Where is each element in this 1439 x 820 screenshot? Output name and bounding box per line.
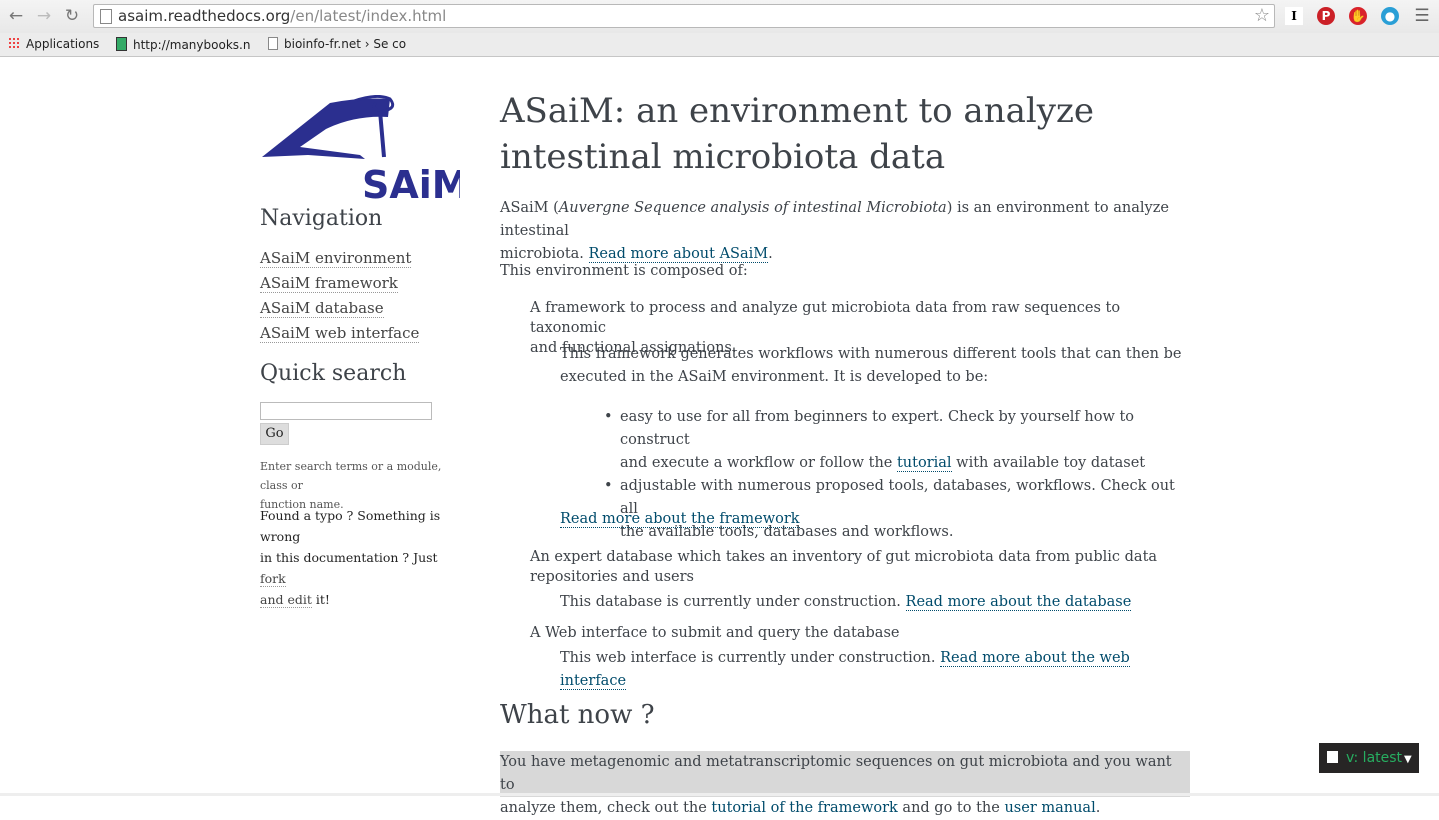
- highlighted-line: You have metagenomic and metatranscripto…: [500, 751, 1190, 797]
- navigation-heading: Navigation: [260, 206, 383, 231]
- nav-link[interactable]: ASaiM environment: [260, 249, 412, 268]
- back-icon[interactable]: ←: [6, 6, 26, 26]
- framework-definition: This framework generates workflows with …: [560, 346, 1182, 385]
- web-interface-term: A Web interface to submit and query the …: [530, 625, 900, 641]
- nav-link[interactable]: ASaiM web interface: [260, 324, 420, 343]
- extension-icon[interactable]: ●: [1381, 7, 1399, 25]
- quick-search-heading: Quick search: [260, 361, 407, 386]
- nav-item-web-interface[interactable]: ASaiM web interface: [260, 322, 420, 347]
- what-now-paragraph: You have metagenomic and metatranscripto…: [500, 751, 1190, 820]
- book-icon: [1327, 751, 1338, 763]
- pinterest-icon[interactable]: P: [1317, 7, 1335, 25]
- user-manual-link[interactable]: user manual: [1004, 800, 1095, 816]
- bookmark-bioinfo[interactable]: bioinfo-fr.net › Se co: [268, 37, 406, 51]
- list-item: easy to use for all from beginners to ex…: [604, 406, 1190, 475]
- star-icon[interactable]: ☆: [1254, 5, 1270, 26]
- bookmark-manybooks[interactable]: http://manybooks.n: [116, 37, 250, 52]
- intro-paragraph: ASaiM (Auvergne Sequence analysis of int…: [500, 200, 1169, 263]
- nav-item-framework[interactable]: ASaiM framework: [260, 272, 419, 297]
- typo-notice: Found a typo ? Something is wrong in thi…: [260, 508, 441, 608]
- book-icon: [116, 37, 127, 51]
- bookmark-applications[interactable]: Applications: [8, 37, 99, 51]
- composed-text: This environment is composed of:: [500, 263, 748, 279]
- nav-link[interactable]: ASaiM database: [260, 299, 384, 318]
- address-bar[interactable]: asaim.readthedocs.org/en/latest/index.ht…: [93, 4, 1275, 28]
- asaim-logo[interactable]: SAiM: [260, 95, 460, 203]
- caret-down-icon: ▼: [1404, 754, 1412, 765]
- version-badge[interactable]: v: latest ▼: [1319, 743, 1419, 773]
- instapaper-icon[interactable]: I: [1285, 7, 1303, 25]
- url-text: asaim.readthedocs.org/en/latest/index.ht…: [118, 7, 447, 25]
- tutorial-link[interactable]: tutorial: [896, 455, 952, 472]
- sidebar: SAiM Navigation ASaiM environment ASaiM …: [260, 95, 460, 608]
- database-term: An expert database which takes an invent…: [530, 549, 1158, 585]
- search-input[interactable]: [260, 402, 432, 420]
- navigation-list: ASaiM environment ASaiM framework ASaiM …: [260, 247, 420, 347]
- main-content: ASaiM: an environment to analyze intestin…: [500, 88, 1190, 816]
- read-more-framework-link[interactable]: Read more about the framework: [560, 511, 800, 528]
- go-button[interactable]: Go: [260, 423, 289, 445]
- web-interface-definition: This web interface is currently under co…: [560, 650, 1130, 690]
- read-more-database-link[interactable]: Read more about the database: [905, 594, 1132, 611]
- bookmarks-bar: Applications http://manybooks.n bioinfo-…: [0, 33, 1439, 57]
- document-icon: [268, 37, 278, 50]
- page-icon: [100, 9, 112, 24]
- tutorial-framework-link[interactable]: tutorial of the framework: [711, 800, 897, 816]
- apps-grid-icon: [8, 37, 20, 49]
- nav-item-environment[interactable]: ASaiM environment: [260, 247, 419, 272]
- adblock-icon[interactable]: ✋: [1349, 7, 1367, 25]
- forward-icon[interactable]: →: [34, 6, 54, 26]
- database-definition: This database is currently under constru…: [560, 594, 1132, 611]
- nav-link[interactable]: ASaiM framework: [260, 274, 398, 293]
- fork-link[interactable]: fork: [260, 571, 286, 587]
- logo-text: SAiM: [362, 163, 460, 203]
- reload-icon[interactable]: ↻: [62, 6, 82, 26]
- menu-icon[interactable]: ☰: [1412, 6, 1432, 26]
- browser-toolbar: ← → ↻ asaim.readthedocs.org/en/latest/in…: [0, 0, 1439, 33]
- what-now-heading: What now ?: [500, 700, 655, 730]
- page-title: ASaiM: an environment to analyze intestin…: [500, 91, 1094, 177]
- nav-item-database[interactable]: ASaiM database: [260, 297, 419, 322]
- framework-link-para: Read more about the framework: [560, 508, 800, 531]
- edit-link[interactable]: and edit: [260, 592, 312, 608]
